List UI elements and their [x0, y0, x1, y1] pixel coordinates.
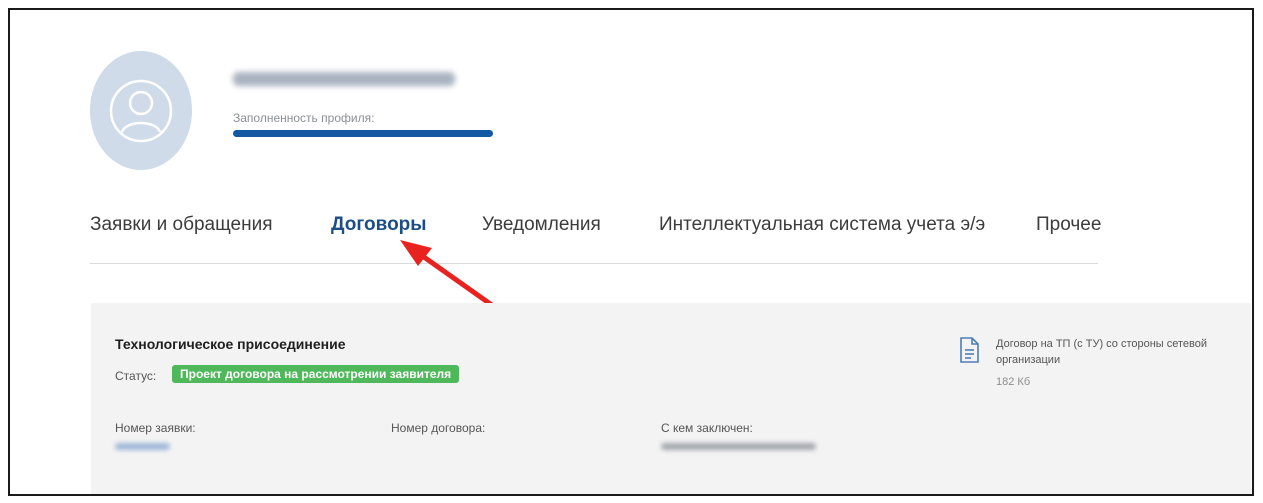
request-number-label: Номер заявки:: [115, 421, 196, 435]
profile-completeness-label: Заполненность профиля:: [233, 111, 375, 125]
user-avatar-icon: [109, 79, 173, 142]
request-number-value-redacted[interactable]: [115, 443, 170, 450]
profile-completeness-bar: [233, 130, 493, 137]
contract-number-label: Номер договора:: [391, 421, 486, 435]
document-link[interactable]: Договор на ТП (с ТУ) со стороны сетевой …: [996, 336, 1236, 368]
tab-other[interactable]: Прочее: [1036, 214, 1101, 236]
status-label: Статус:: [115, 369, 157, 383]
tab-smart-metering[interactable]: Интеллектуальная система учета э/э: [659, 214, 985, 236]
document-size: 182 Кб: [996, 376, 1031, 388]
counterparty-value-redacted: [661, 443, 816, 450]
tab-requests[interactable]: Заявки и обращения: [90, 214, 273, 236]
screenshot-frame: Заполненность профиля: Заявки и обращени…: [8, 8, 1254, 496]
tabs-divider: [90, 263, 1098, 264]
status-badge: Проект договора на рассмотрении заявител…: [172, 365, 460, 383]
user-name-redacted: [233, 72, 455, 86]
contract-title: Технологическое присоединение: [115, 336, 346, 352]
avatar[interactable]: [90, 51, 192, 170]
contract-card: Технологическое присоединение Статус: Пр…: [91, 303, 1251, 494]
profile-completeness-fill: [233, 130, 493, 137]
document-icon[interactable]: [959, 337, 979, 363]
counterparty-label: С кем заключен:: [661, 421, 753, 435]
